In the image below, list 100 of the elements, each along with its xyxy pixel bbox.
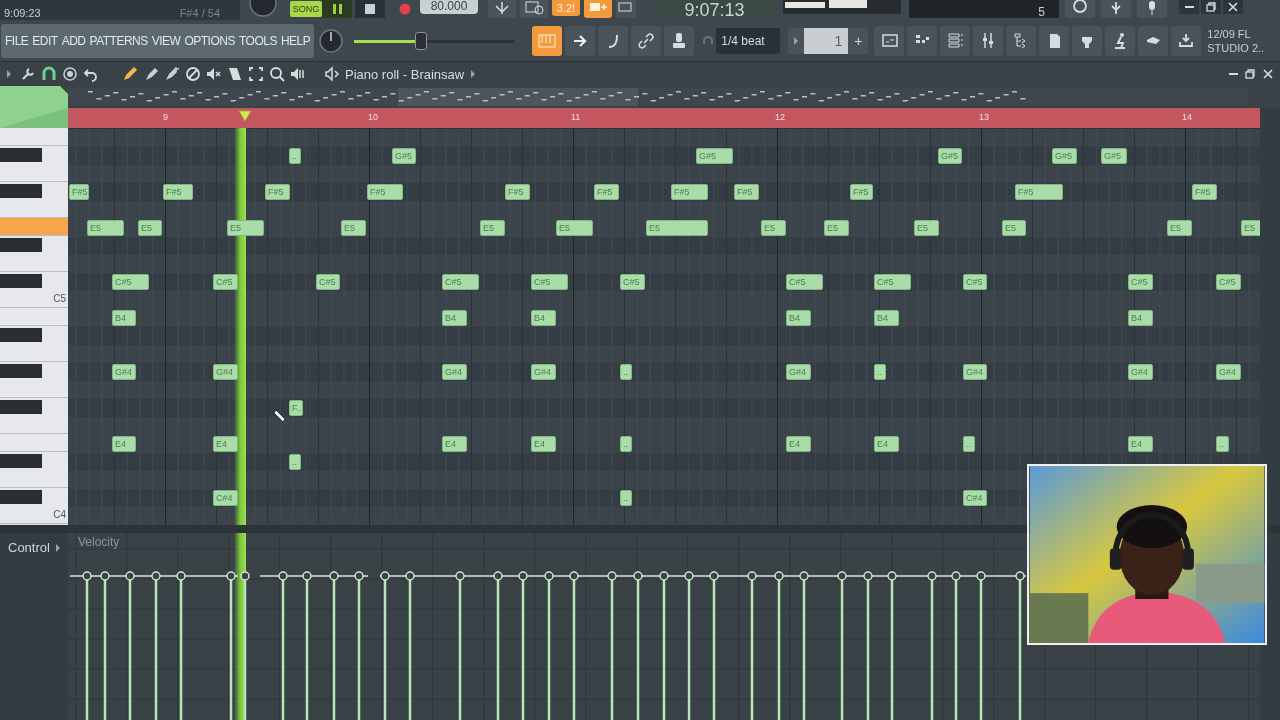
note[interactable]: B4 [442, 310, 467, 326]
note[interactable]: E5 [556, 220, 593, 236]
song-mode-button[interactable]: SONG [290, 1, 322, 17]
note[interactable]: E5 [480, 220, 505, 236]
piano-key[interactable] [0, 452, 68, 470]
menu-item[interactable]: OPTIONS [184, 34, 235, 47]
speaker-icon[interactable] [290, 66, 306, 82]
menu-item[interactable]: FILE [5, 34, 29, 47]
note[interactable]: F#5 [505, 184, 530, 200]
note[interactable]: F#5 [671, 184, 708, 200]
note[interactable]: E5 [1241, 220, 1260, 236]
figure-button[interactable] [1105, 25, 1136, 56]
knob-icon[interactable] [318, 27, 345, 54]
note[interactable]: F.. [289, 400, 303, 416]
pencil-icon[interactable] [122, 66, 138, 82]
note[interactable]: G#5 [1052, 148, 1077, 164]
note[interactable]: C#5 [1216, 274, 1241, 290]
restore-icon[interactable] [1244, 68, 1256, 80]
clock-icon[interactable] [520, 0, 548, 18]
previous-pattern-button[interactable] [788, 27, 805, 54]
note[interactable]: C#5 [1128, 274, 1153, 290]
note[interactable]: G#5 [696, 148, 733, 164]
note[interactable]: C#5 [316, 274, 340, 290]
pattern-icon[interactable] [616, 0, 636, 18]
refresh-icon[interactable] [1065, 0, 1095, 18]
mixer-button[interactable] [973, 25, 1004, 56]
pattern-field[interactable]: 1 [804, 27, 849, 54]
note[interactable]: G#4 [531, 364, 556, 380]
note[interactable]: E4 [1128, 436, 1153, 452]
note[interactable]: E5 [914, 220, 939, 236]
speaker-icon[interactable] [325, 66, 339, 82]
note[interactable]: F#5 [367, 184, 403, 200]
note[interactable]: E4 [442, 436, 467, 452]
caret-right-icon[interactable] [6, 69, 12, 79]
record-circle-icon[interactable] [62, 66, 78, 82]
note[interactable]: G#4 [112, 364, 136, 380]
note[interactable]: C#4 [213, 490, 238, 506]
note[interactable]: E5 [761, 220, 786, 236]
note[interactable]: G#5 [1101, 148, 1127, 164]
note[interactable]: E4 [112, 436, 136, 452]
note[interactable]: E5 [138, 220, 162, 236]
note[interactable]: F#5 [69, 184, 89, 200]
step-sequencer-button[interactable] [907, 25, 938, 56]
note[interactable]: C#5 [620, 274, 645, 290]
close-icon[interactable] [1262, 68, 1274, 80]
note[interactable]: B4 [112, 310, 136, 326]
note[interactable]: B4 [531, 310, 556, 326]
note[interactable]: C#4 [963, 490, 987, 506]
pause-button[interactable] [322, 0, 352, 18]
arrow-button[interactable] [565, 25, 596, 56]
note[interactable]: F#5 [594, 184, 619, 200]
menu-item[interactable]: HELP [280, 34, 311, 47]
piano-key[interactable] [0, 326, 68, 344]
zoom-icon[interactable] [269, 66, 285, 82]
note-lane[interactable] [68, 489, 1027, 507]
note[interactable]: B4 [786, 310, 811, 326]
piano-key[interactable]: C4 [0, 506, 68, 524]
volume-slider[interactable] [354, 31, 515, 50]
stamp-button[interactable] [664, 25, 695, 56]
piano-key[interactable]: C5 [0, 290, 68, 308]
stop-button[interactable] [355, 0, 385, 18]
note[interactable]: E4 [786, 436, 811, 452]
piano-key[interactable] [0, 488, 68, 506]
note[interactable]: G#5 [938, 148, 962, 164]
minimize-button[interactable] [1179, 0, 1199, 14]
note[interactable]: C#5 [213, 274, 238, 290]
piano-roll-button[interactable] [532, 25, 563, 56]
menu-item[interactable]: VIEW [151, 34, 181, 47]
menu-item[interactable]: ADD [61, 34, 86, 47]
browser-tree-button[interactable] [1006, 25, 1037, 56]
note[interactable]: F#5 [1015, 184, 1063, 200]
brush-icon[interactable] [143, 66, 159, 82]
wrench-icon[interactable] [20, 66, 36, 82]
note[interactable]: C#5 [531, 274, 568, 290]
note[interactable]: G#5 [392, 148, 416, 164]
note[interactable]: C#5 [963, 274, 987, 290]
piano-key[interactable] [0, 362, 68, 380]
note[interactable]: .. [620, 436, 632, 452]
note[interactable]: G#4 [1128, 364, 1153, 380]
piano-key[interactable] [0, 272, 68, 290]
note[interactable]: G#4 [786, 364, 811, 380]
magnet-icon[interactable] [41, 66, 57, 82]
note[interactable]: E5 [1002, 220, 1026, 236]
piano-key[interactable] [0, 182, 68, 200]
note[interactable]: E4 [213, 436, 238, 452]
note[interactable]: F#5 [734, 184, 759, 200]
note[interactable]: C#5 [874, 274, 911, 290]
note[interactable]: G#4 [442, 364, 467, 380]
note[interactable]: .. [963, 436, 975, 452]
note[interactable]: C#5 [786, 274, 823, 290]
undo-icon[interactable] [83, 66, 99, 82]
note[interactable]: G#4 [963, 364, 987, 380]
note[interactable]: E5 [87, 220, 124, 236]
note[interactable]: E5 [341, 220, 366, 236]
piano-key[interactable] [0, 398, 68, 416]
note[interactable]: B4 [874, 310, 899, 326]
download-button[interactable] [1171, 25, 1202, 56]
note[interactable]: E5 [1167, 220, 1192, 236]
note[interactable]: .. [620, 364, 632, 380]
piano-key[interactable] [0, 146, 68, 164]
